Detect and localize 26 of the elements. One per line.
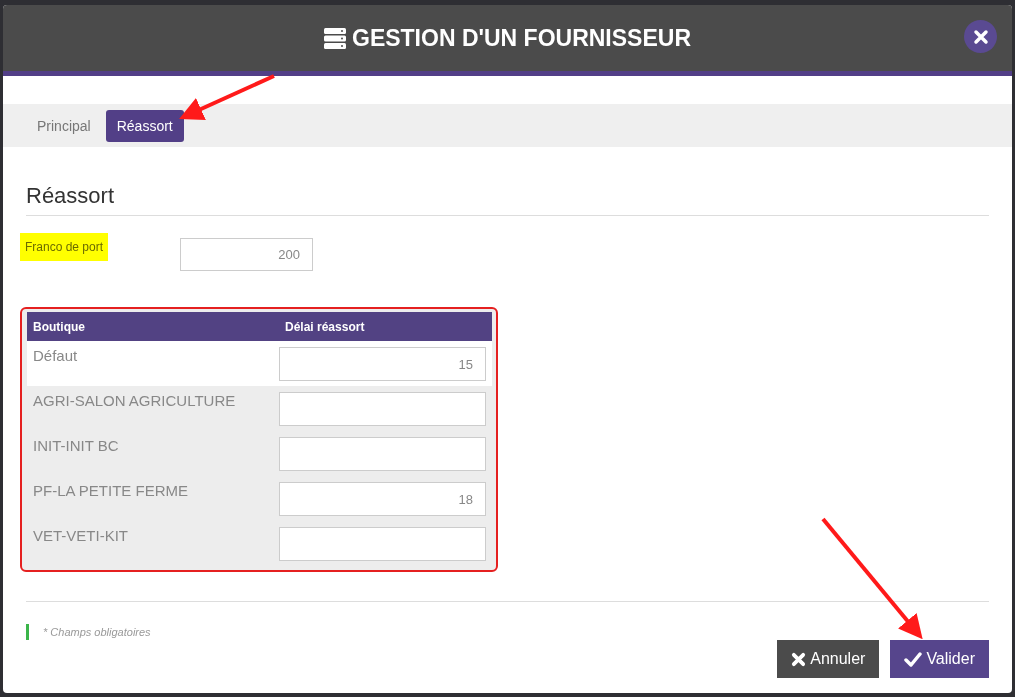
tab[interactable]: Réassort: [105, 109, 184, 142]
close-icon: [791, 651, 807, 667]
table-cell: Défaut: [27, 341, 279, 386]
close-button[interactable]: [964, 20, 997, 53]
dialog-title: GESTION D'UN FOURNISSEUR: [352, 24, 691, 52]
confirm-button[interactable]: Valider: [890, 640, 989, 678]
server-icon: [324, 27, 346, 49]
table-cell: PF-LA PETITE FERME: [27, 476, 279, 521]
required-note: * Champs obligatoires: [26, 624, 151, 640]
table-cell: INIT-INIT BC: [27, 431, 279, 476]
table-cell: AGRI-SALON AGRICULTURE: [27, 386, 279, 431]
input-field[interactable]: 15: [279, 347, 486, 381]
close-icon: [972, 28, 989, 45]
check-icon: [904, 651, 923, 667]
cancel-button[interactable]: Annuler: [777, 640, 880, 678]
input-field[interactable]: [279, 437, 486, 471]
input-field[interactable]: [279, 527, 486, 561]
input-field[interactable]: 200: [180, 238, 314, 271]
field-label: Franco de port: [20, 233, 109, 261]
column-header: Délai réassort: [279, 312, 492, 341]
column-header: Boutique: [27, 312, 279, 341]
section-heading: Réassort: [26, 183, 989, 216]
input-field[interactable]: [279, 392, 486, 426]
input-field[interactable]: 18: [279, 482, 486, 516]
tab[interactable]: Principal: [26, 109, 102, 142]
table-cell: VET-VETI-KIT: [27, 521, 279, 566]
